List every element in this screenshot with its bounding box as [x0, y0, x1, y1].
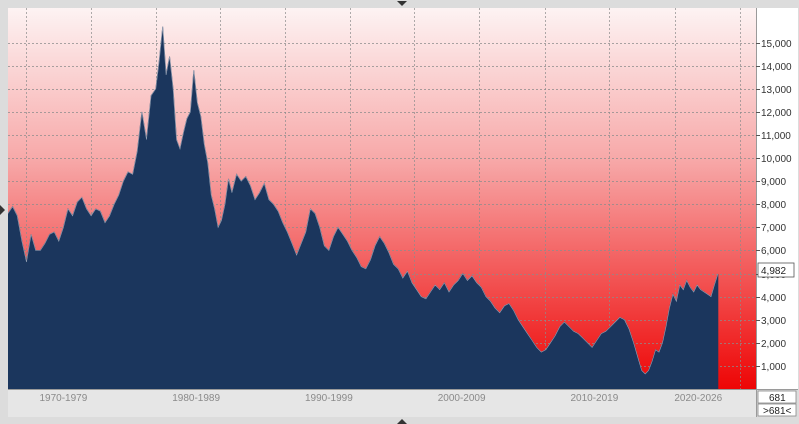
chart-window: 1,0002,0003,0004,0005,0006,0007,0008,000… — [0, 0, 799, 424]
y-tick-label-13: 14,000 — [761, 62, 792, 73]
x-tick-label-5: 2020-2026 — [674, 393, 722, 404]
y-tick-label-5: 6,000 — [761, 246, 786, 257]
y-tick-label-0: 1,000 — [761, 362, 786, 373]
x-tick-label-4: 2010-2019 — [570, 393, 618, 404]
y-tick-label-1: 2,000 — [761, 339, 786, 350]
corner-bottom-label: >681< — [763, 406, 792, 417]
y-tick-label-8: 9,000 — [761, 177, 786, 188]
y-tick-label-9: 10,000 — [761, 154, 792, 165]
y-tick-label-12: 13,000 — [761, 85, 792, 96]
price-chart: 1,0002,0003,0004,0005,0006,0007,0008,000… — [0, 0, 799, 424]
corner-top-label: 681 — [769, 393, 786, 404]
last-value-marker: 4,982 — [757, 262, 795, 278]
y-tick-label-7: 8,000 — [761, 200, 786, 211]
x-tick-label-2: 1990-1999 — [305, 393, 353, 404]
y-tick-label-2: 3,000 — [761, 316, 786, 327]
y-tick-label-6: 7,000 — [761, 223, 786, 234]
y-tick-label-11: 12,000 — [761, 108, 792, 119]
y-tick-label-10: 11,000 — [761, 131, 791, 142]
y-tick-label-14: 15,000 — [761, 39, 792, 50]
corner-zoom-box[interactable]: 681 >681< — [757, 390, 797, 417]
x-tick-label-3: 2000-2009 — [438, 393, 486, 404]
y-tick-label-3: 4,000 — [761, 293, 786, 304]
x-axis-panel — [8, 389, 756, 417]
last-value-label: 4,982 — [761, 266, 786, 277]
x-tick-label-1: 1980-1989 — [172, 393, 220, 404]
x-tick-label-0: 1970-1979 — [39, 393, 87, 404]
